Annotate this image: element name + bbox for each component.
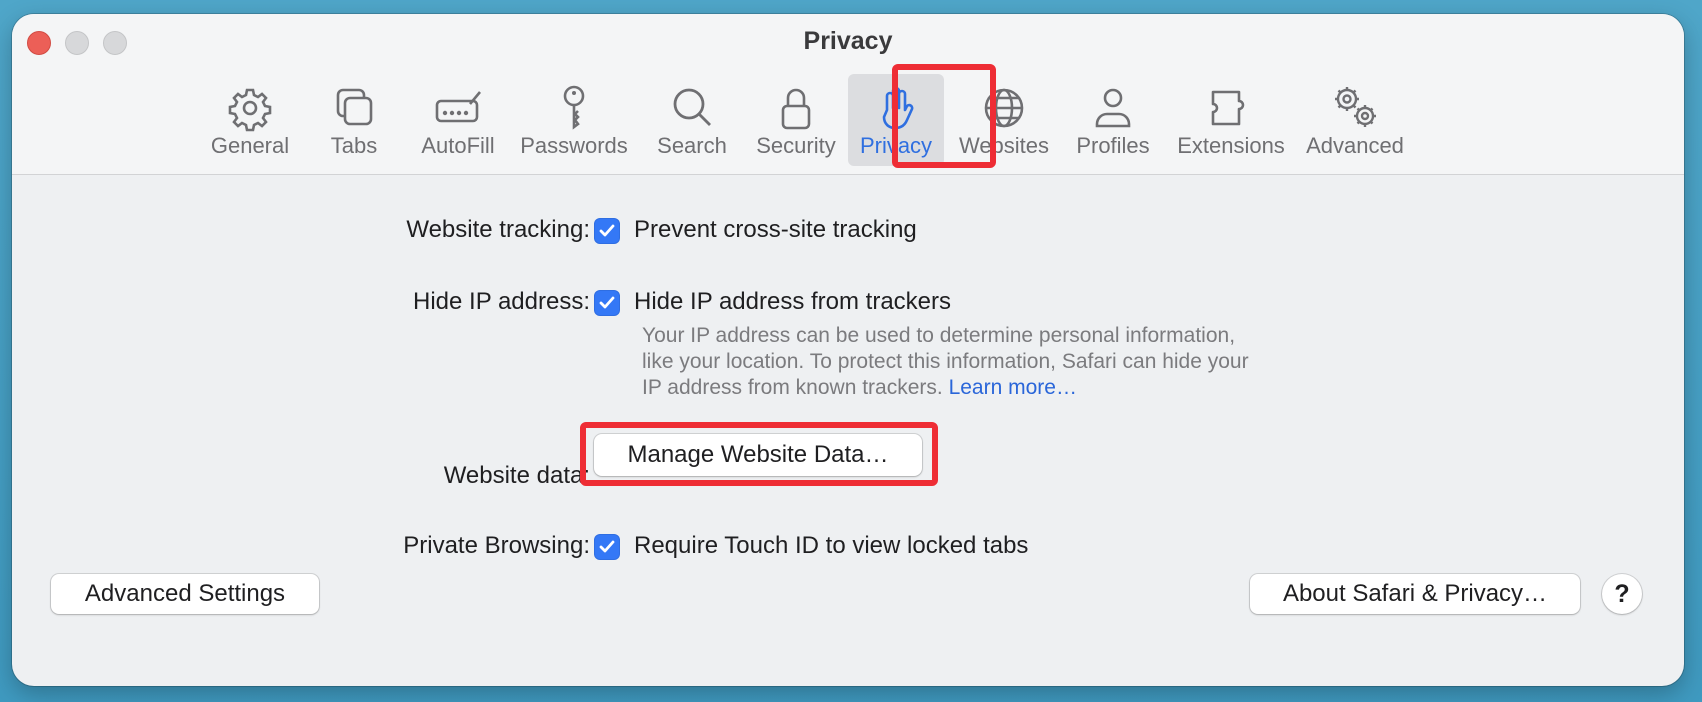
tab-general[interactable]: General bbox=[200, 74, 300, 166]
tab-profiles[interactable]: Profiles bbox=[1064, 74, 1162, 166]
tab-privacy[interactable]: Privacy bbox=[848, 74, 944, 166]
privacy-pane: Website tracking: Prevent cross-site tra… bbox=[12, 175, 1684, 686]
tab-websites[interactable]: Websites bbox=[944, 74, 1064, 166]
touch-id-text[interactable]: Require Touch ID to view locked tabs bbox=[634, 532, 1028, 560]
about-safari-privacy-button[interactable]: About Safari & Privacy… bbox=[1250, 574, 1580, 614]
manage-website-data-button[interactable]: Manage Website Data… bbox=[594, 434, 922, 476]
tab-extensions[interactable]: Extensions bbox=[1162, 74, 1300, 166]
private-browsing-label: Private Browsing: bbox=[403, 532, 590, 559]
tab-autofill[interactable]: AutoFill bbox=[408, 74, 508, 166]
preferences-window: Privacy General Tabs AutoFill Passwords … bbox=[12, 14, 1684, 686]
advanced-settings-button[interactable]: Advanced Settings bbox=[51, 574, 319, 614]
hide-ip-description: Your IP address can be used to determine… bbox=[642, 324, 1249, 399]
website-data-label: Website data: bbox=[443, 462, 590, 489]
touch-id-checkbox[interactable] bbox=[594, 534, 620, 560]
tab-passwords[interactable]: Passwords bbox=[508, 74, 640, 166]
help-button[interactable]: ? bbox=[1602, 574, 1642, 614]
lock-icon bbox=[781, 88, 811, 130]
key-icon bbox=[563, 85, 585, 130]
hand-icon bbox=[882, 86, 914, 130]
learn-more-link[interactable]: Learn more… bbox=[949, 376, 1077, 399]
hide-ip-text[interactable]: Hide IP address from trackers bbox=[634, 288, 951, 316]
puzzle-icon bbox=[1211, 90, 1245, 126]
gear-icon bbox=[228, 88, 272, 132]
prevent-tracking-text[interactable]: Prevent cross-site tracking bbox=[634, 216, 917, 244]
checkmark-icon bbox=[599, 224, 615, 237]
title-bar: Privacy General Tabs AutoFill Passwords … bbox=[12, 14, 1684, 175]
person-icon bbox=[1095, 88, 1131, 128]
tab-search[interactable]: Search bbox=[640, 74, 744, 166]
tabs-icon bbox=[336, 88, 373, 126]
hide-ip-checkbox[interactable] bbox=[594, 290, 620, 316]
hide-ip-label: Hide IP address: bbox=[413, 288, 590, 315]
search-icon bbox=[673, 88, 711, 126]
checkmark-icon bbox=[599, 540, 615, 553]
gears-icon bbox=[1335, 87, 1376, 127]
prevent-tracking-checkbox[interactable] bbox=[594, 218, 620, 244]
preferences-toolbar: General Tabs AutoFill Passwords Search S… bbox=[200, 74, 1410, 166]
checkmark-icon bbox=[599, 296, 615, 309]
window-title: Privacy bbox=[803, 27, 893, 55]
tab-advanced[interactable]: Advanced bbox=[1300, 74, 1410, 166]
tab-tabs[interactable]: Tabs bbox=[300, 74, 408, 166]
tab-security[interactable]: Security bbox=[744, 74, 848, 166]
globe-icon bbox=[984, 88, 1024, 128]
website-tracking-label: Website tracking: bbox=[406, 216, 590, 243]
autofill-icon bbox=[435, 91, 481, 123]
